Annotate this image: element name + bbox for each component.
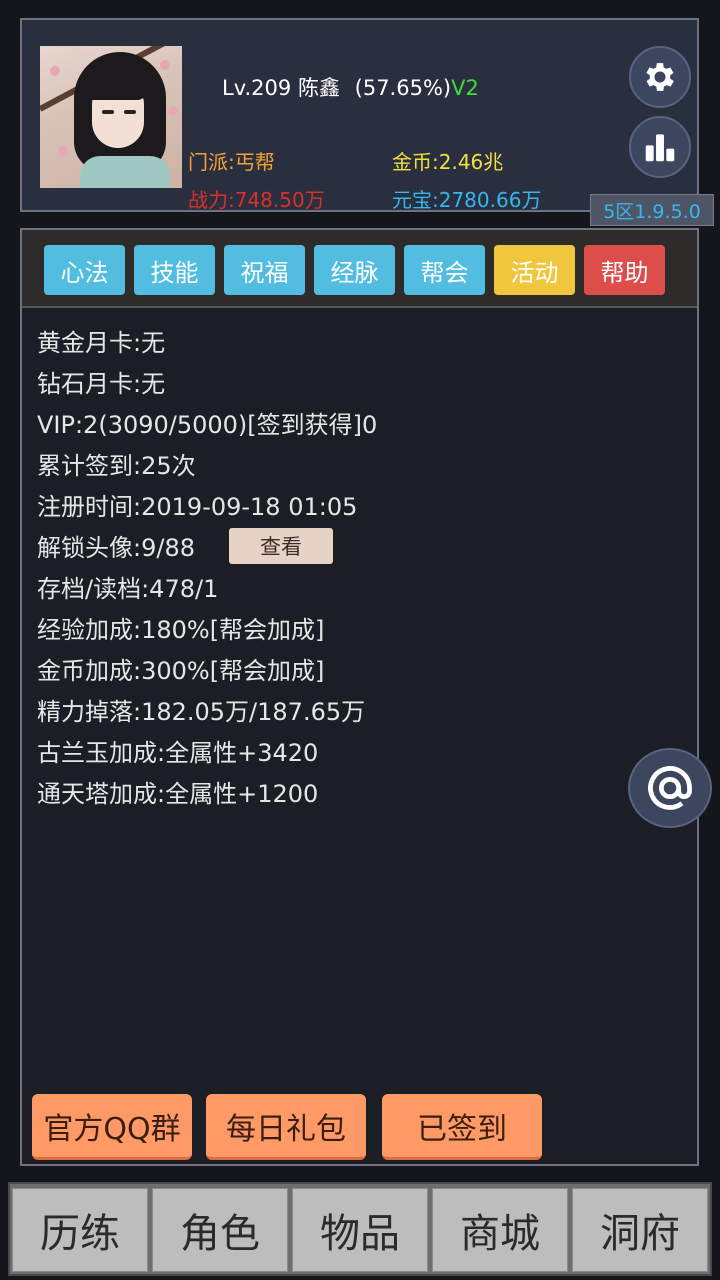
info-avatar-unlock: 解锁头像:9/88 bbox=[37, 534, 195, 562]
at-sign-icon bbox=[648, 766, 692, 810]
info-save-load: 存档/读档:478/1 bbox=[37, 575, 219, 603]
signed-in-button[interactable]: 已签到 bbox=[382, 1094, 542, 1160]
player-avatar[interactable] bbox=[40, 46, 182, 188]
info-avatar-unlock-row: 解锁头像:9/88 查看 bbox=[37, 525, 377, 566]
tab-xinfa[interactable]: 心法 bbox=[44, 245, 125, 295]
info-gold-month-card: 黄金月卡:无 bbox=[37, 329, 166, 357]
tab-meridians[interactable]: 经脉 bbox=[314, 245, 395, 295]
info-gold-bonus: 金币加成:300%[帮会加成] bbox=[37, 657, 325, 685]
gear-icon bbox=[646, 63, 674, 91]
nav-shop[interactable]: 商城 bbox=[432, 1188, 568, 1272]
player-title: Lv.209 陈鑫 (57.65%)V2 bbox=[222, 72, 479, 102]
tab-blessing[interactable]: 祝福 bbox=[224, 245, 305, 295]
info-sign-in-count: 累计签到:25次 bbox=[37, 452, 196, 480]
player-name: 陈鑫 bbox=[297, 76, 340, 100]
player-power: 战力:748.50万 bbox=[188, 188, 325, 212]
player-exp-percent: (57.65%) bbox=[354, 76, 452, 100]
player-gold: 金币:2.46兆 bbox=[392, 150, 504, 174]
tab-skills[interactable]: 技能 bbox=[134, 245, 215, 295]
info-gulan-jade-bonus: 古兰玉加成:全属性+3420 bbox=[37, 739, 319, 767]
info-tower-bonus: 通天塔加成:全属性+1200 bbox=[37, 780, 319, 808]
view-avatars-button[interactable]: 查看 bbox=[228, 527, 333, 564]
server-version-badge: 5区1.9.5.0 bbox=[590, 194, 714, 226]
settings-button[interactable] bbox=[629, 46, 691, 108]
tab-events[interactable]: 活动 bbox=[494, 245, 575, 295]
info-register-time: 注册时间:2019-09-18 01:05 bbox=[37, 493, 358, 521]
vip-tag: V2 bbox=[451, 76, 479, 100]
tab-help[interactable]: 帮助 bbox=[584, 245, 665, 295]
function-tabbar: 心法 技能 祝福 经脉 帮会 活动 帮助 bbox=[22, 230, 697, 308]
tab-guild[interactable]: 帮会 bbox=[404, 245, 485, 295]
player-header: Lv.209 陈鑫 (57.65%)V2 门派:丐帮 金币:2.46兆 战力:7… bbox=[20, 18, 714, 226]
info-exp-bonus: 经验加成:180%[帮会加成] bbox=[37, 616, 325, 644]
daily-gift-button[interactable]: 每日礼包 bbox=[206, 1094, 366, 1160]
nav-items[interactable]: 物品 bbox=[292, 1188, 428, 1272]
info-vip: VIP:2(3090/5000)[签到获得]0 bbox=[37, 411, 378, 439]
info-diamond-month-card: 钻石月卡:无 bbox=[37, 370, 166, 398]
character-info-panel: 心法 技能 祝福 经脉 帮会 活动 帮助 黄金月卡:无 钻石月卡:无 VIP:2… bbox=[20, 228, 699, 1166]
nav-training[interactable]: 历练 bbox=[12, 1188, 148, 1272]
nav-character[interactable]: 角色 bbox=[152, 1188, 288, 1272]
stats-button[interactable] bbox=[629, 116, 691, 178]
official-qq-group-button[interactable]: 官方QQ群 bbox=[32, 1094, 192, 1160]
bottom-navigation: 历练 角色 物品 商城 洞府 bbox=[8, 1182, 712, 1276]
info-list: 黄金月卡:无 钻石月卡:无 VIP:2(3090/5000)[签到获得]0 累计… bbox=[37, 320, 377, 812]
player-yuanbao: 元宝:2780.66万 bbox=[392, 188, 542, 212]
player-level: Lv.209 bbox=[222, 76, 292, 100]
player-sect: 门派:丐帮 bbox=[188, 150, 275, 174]
contact-floating-button[interactable] bbox=[628, 748, 712, 828]
bar-chart-icon bbox=[645, 134, 675, 162]
nav-cave-dwelling[interactable]: 洞府 bbox=[572, 1188, 708, 1272]
info-energy-drop: 精力掉落:182.05万/187.65万 bbox=[37, 698, 366, 726]
